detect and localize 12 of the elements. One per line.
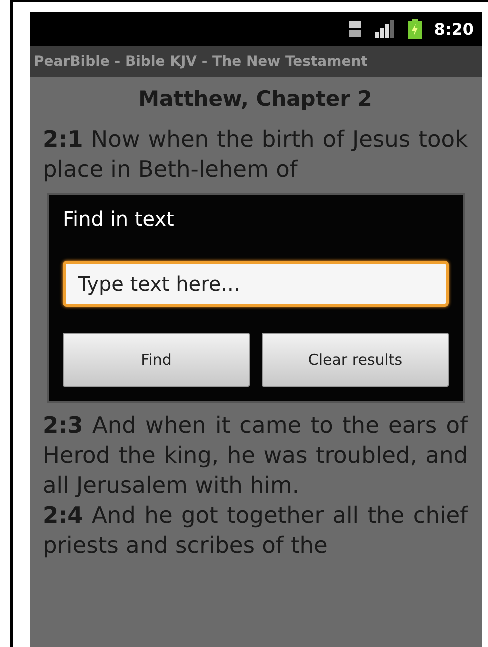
verse-text: 2:3 And when it came to the ears of Herod the king, he was troubled, and all Jerusalem with him. xyxy=(43,412,468,501)
battery-icon xyxy=(408,19,422,39)
find-button[interactable]: Find xyxy=(63,333,250,387)
clear-results-button[interactable]: Clear results xyxy=(262,333,449,387)
dialog-title: Find in text xyxy=(63,207,176,231)
app-title: PearBible - Bible KJV - The New Testament xyxy=(34,54,368,70)
clock-time: 8:20 xyxy=(434,20,474,38)
verse-text: 2:4 And he got together all the chief priests and scribes of the xyxy=(43,502,468,561)
search-field[interactable]: Type text here... xyxy=(63,261,449,307)
verse-text: 2:1 Now when the birth of Jesus took place in Beth-lehem of xyxy=(43,126,468,185)
chapter-heading: Matthew, Chapter 2 xyxy=(138,86,374,113)
signal-icon xyxy=(374,20,396,38)
